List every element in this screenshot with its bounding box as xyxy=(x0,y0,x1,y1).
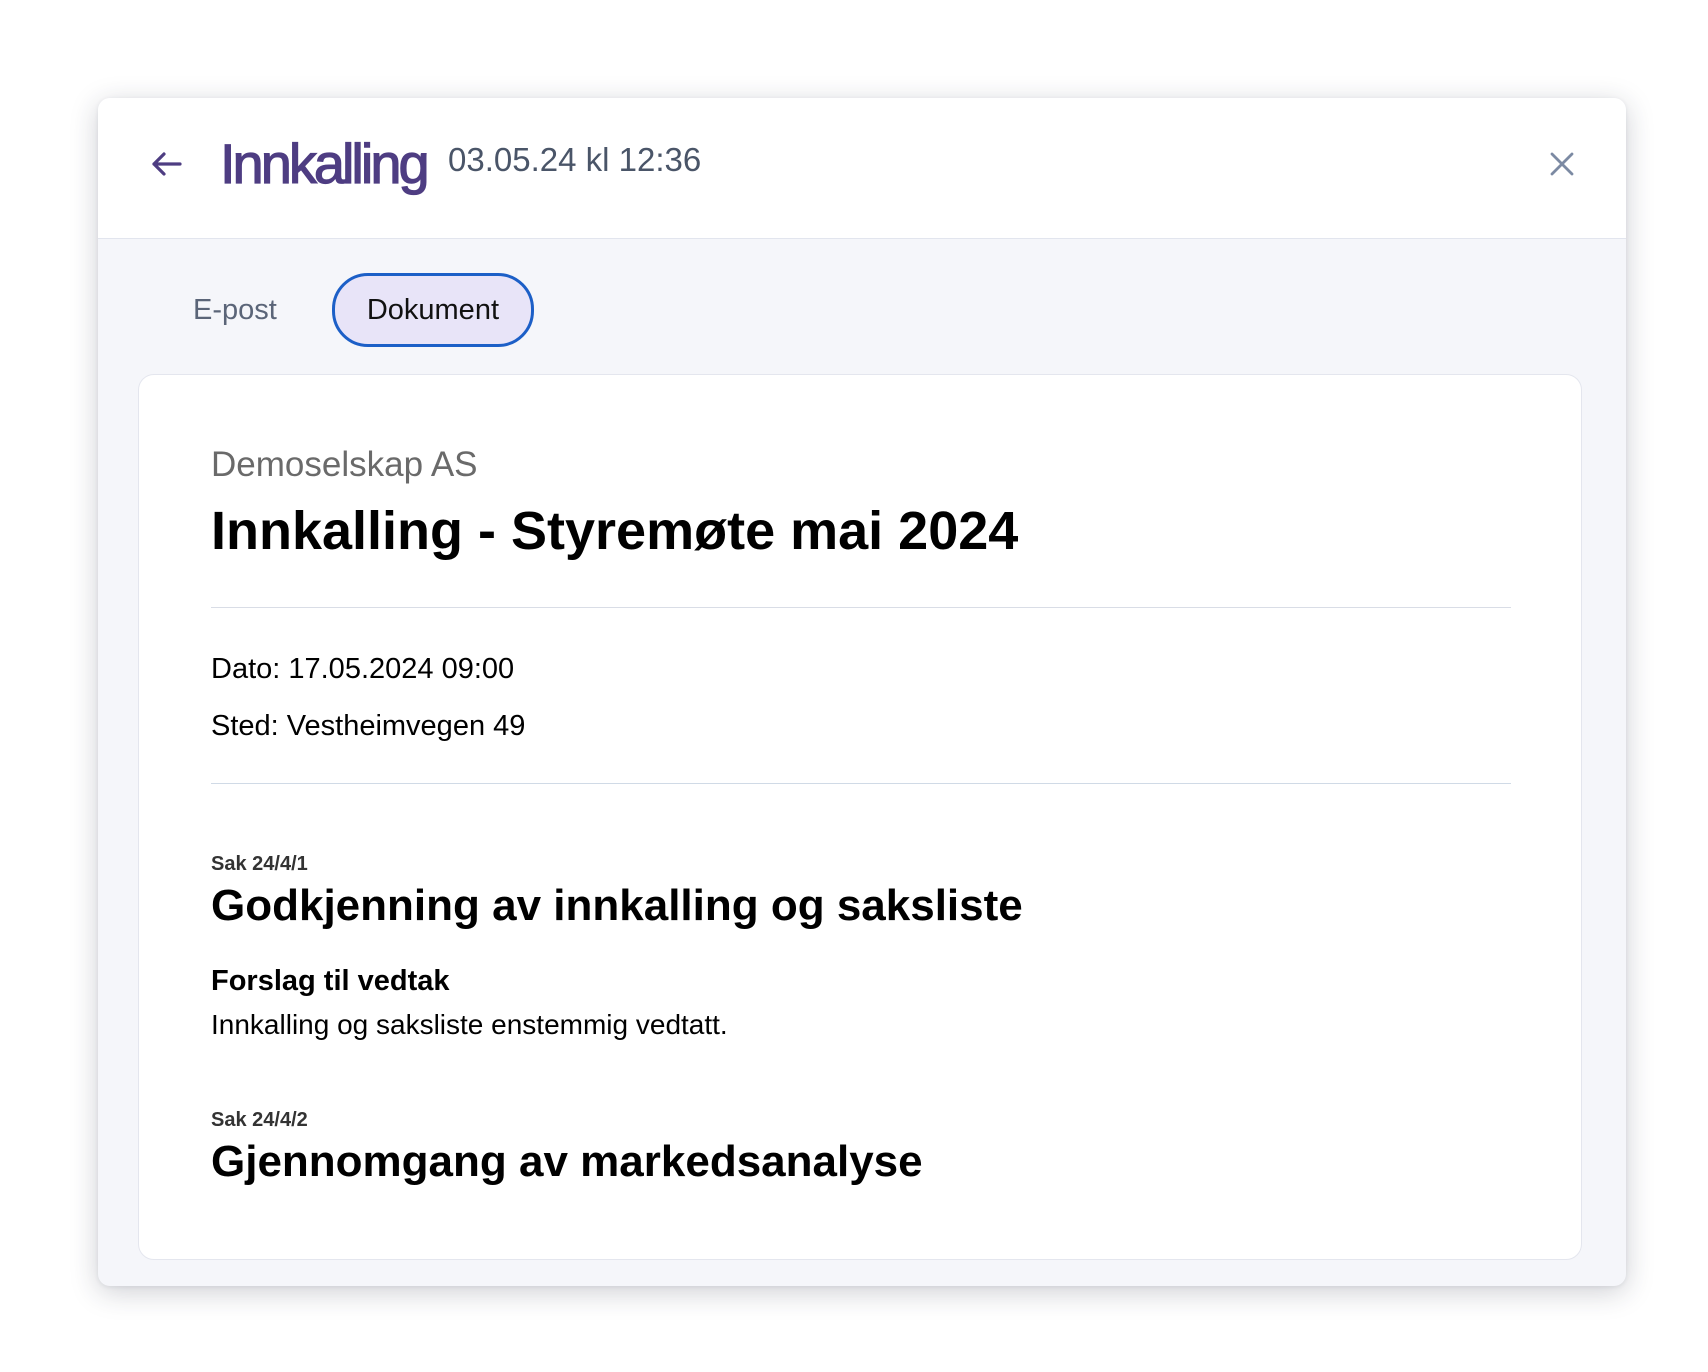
tab-dokument[interactable]: Dokument xyxy=(331,273,534,347)
agenda-item-code: Sak 24/4/1 xyxy=(211,853,308,875)
agenda-item-title: Gjennomgang av markedsanalyse xyxy=(211,1137,923,1186)
document-modal: Innkalling 03.05.24 kl 12:36 E-post Doku… xyxy=(98,98,1626,1286)
meeting-date: Dato: 17.05.2024 09:00 xyxy=(211,653,515,685)
document-title: Innkalling - Styremøte mai 2024 xyxy=(211,501,1019,561)
company-name: Demoselskap AS xyxy=(211,445,478,484)
arrow-left-icon xyxy=(152,152,182,176)
agenda-item: Sak 24/4/1 Godkjenning av innkalling og … xyxy=(211,852,1511,1044)
meeting-place: Sted: Vestheimvegen 49 xyxy=(211,710,526,742)
meeting-meta: Dato: 17.05.2024 09:00 Sted: Vestheimveg… xyxy=(211,608,1511,783)
agenda-item: Sak 24/4/2 Gjennomgang av markedsanalyse xyxy=(211,1108,1511,1188)
close-icon xyxy=(1550,152,1574,176)
document-card: Demoselskap AS Innkalling - Styremøte ma… xyxy=(138,374,1582,1260)
tab-e-post[interactable]: E-post xyxy=(158,273,312,347)
page-title: Innkalling xyxy=(219,131,430,195)
agenda-item-code: Sak 24/4/2 xyxy=(211,1109,308,1131)
view-tabs: E-post Dokument xyxy=(158,273,534,347)
proposal-text: Innkalling og saksliste enstemmig vedtat… xyxy=(211,1009,728,1040)
divider xyxy=(211,783,1511,784)
document-content: Demoselskap AS Innkalling - Styremøte ma… xyxy=(211,443,1511,1188)
agenda-item-title: Godkjenning av innkalling og saksliste xyxy=(211,881,1023,930)
modal-header: Innkalling 03.05.24 kl 12:36 xyxy=(98,98,1626,239)
back-button[interactable] xyxy=(142,140,190,188)
close-button[interactable] xyxy=(1540,142,1584,186)
header-timestamp: 03.05.24 kl 12:36 xyxy=(448,141,702,178)
proposal-heading: Forslag til vedtak xyxy=(211,965,450,997)
